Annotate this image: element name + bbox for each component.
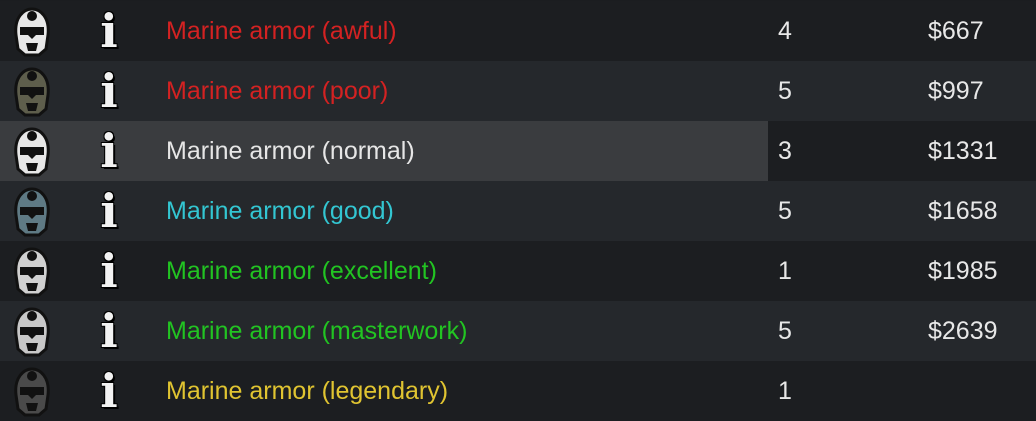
item-count: 1: [778, 377, 792, 405]
item-count: 1: [778, 257, 792, 285]
item-price: $1331: [928, 137, 998, 165]
marine-helmet-icon: [14, 7, 50, 57]
item-row[interactable]: i Marine armor (awful) 4 $667: [0, 1, 1036, 61]
item-name: Marine armor (excellent): [166, 257, 437, 285]
item-count: 5: [778, 77, 792, 105]
item-price: $2639: [928, 317, 998, 345]
item-name: Marine armor (legendary): [166, 377, 449, 405]
item-count: 3: [778, 137, 792, 165]
item-price: $1658: [928, 197, 998, 225]
item-row[interactable]: i Marine armor (excellent) 1 $1985: [0, 241, 1036, 301]
item-name: Marine armor (good): [166, 197, 394, 225]
item-price: $997: [928, 77, 984, 105]
marine-helmet-icon: [14, 67, 50, 117]
item-count: 4: [778, 17, 792, 45]
item-name: Marine armor (normal): [166, 137, 415, 165]
item-row[interactable]: i Marine armor (normal) 3 $1331: [0, 121, 1036, 181]
info-icon[interactable]: i: [92, 367, 126, 415]
item-name: Marine armor (poor): [166, 77, 389, 105]
info-icon[interactable]: i: [92, 187, 126, 235]
marine-helmet-icon: [14, 247, 50, 297]
item-row[interactable]: i Marine armor (legendary) 1: [0, 361, 1036, 421]
item-price: $667: [928, 17, 984, 45]
marine-helmet-icon: [14, 127, 50, 177]
info-icon[interactable]: i: [92, 307, 126, 355]
info-icon[interactable]: i: [92, 67, 126, 115]
item-name: Marine armor (awful): [166, 17, 397, 45]
marine-helmet-icon: [14, 367, 50, 417]
marine-helmet-icon: [14, 187, 50, 237]
item-name: Marine armor (masterwork): [166, 317, 468, 345]
item-row[interactable]: i Marine armor (good) 5 $1658: [0, 181, 1036, 241]
info-icon[interactable]: i: [92, 7, 126, 55]
trade-item-list: i Marine armor (awful) 4 $667 i Marine a…: [0, 0, 1036, 421]
item-row[interactable]: i Marine armor (poor) 5 $997: [0, 61, 1036, 121]
item-row[interactable]: i Marine armor (masterwork) 5 $2639: [0, 301, 1036, 361]
info-icon[interactable]: i: [92, 247, 126, 295]
marine-helmet-icon: [14, 307, 50, 357]
item-price: $1985: [928, 257, 998, 285]
item-count: 5: [778, 197, 792, 225]
item-count: 5: [778, 317, 792, 345]
info-icon[interactable]: i: [92, 127, 126, 175]
